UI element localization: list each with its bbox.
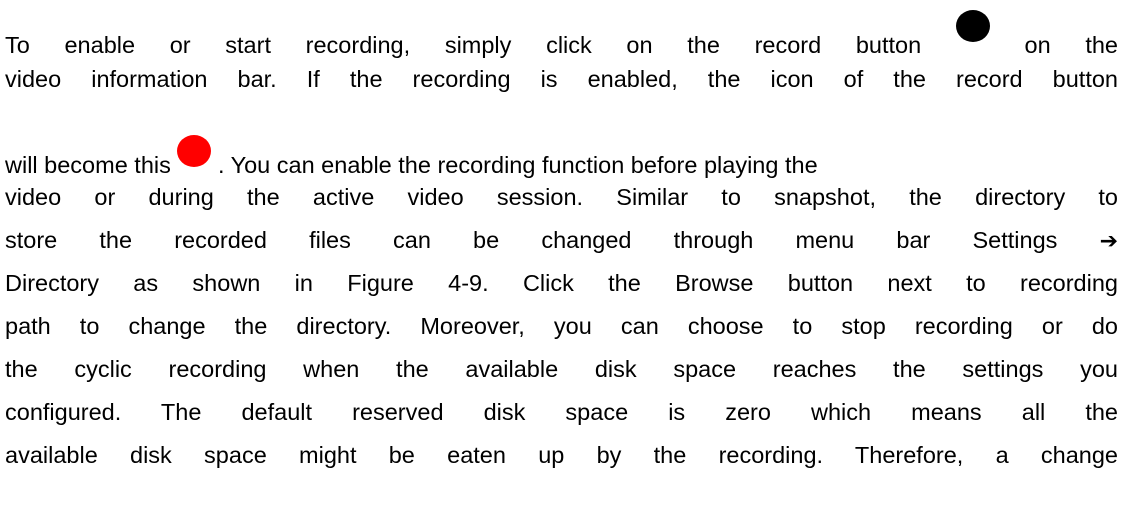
line-5-text: store the recorded files can be changed …	[5, 227, 1058, 253]
record-button-icon	[955, 10, 990, 42]
paragraph-line-10: available disk space might be eaten up b…	[5, 442, 1118, 468]
line-1-text-start: To enable or start recording, simply cli…	[5, 32, 922, 58]
paragraph-line-5: store the recorded files can be changed …	[5, 225, 1118, 257]
paragraph-line-6: Directory as shown in Figure 4-9. Click …	[5, 270, 1118, 296]
arrow-right-icon: ➔	[1099, 229, 1118, 254]
paragraph-line-7: path to change the directory. Moreover, …	[5, 313, 1118, 339]
line-3-text-start: will become this	[5, 152, 171, 178]
paragraph-line-2: video information bar. If the recording …	[5, 66, 1118, 92]
paragraph-line-8: the cyclic recording when the available …	[5, 356, 1118, 382]
line-3-text-end: . You can enable the recording function …	[217, 152, 818, 178]
paragraph-line-9: configured. The default reserved disk sp…	[5, 399, 1118, 425]
line-1-text-end: on the	[1024, 32, 1119, 58]
paragraph-line-4: video or during the active video session…	[5, 184, 1118, 210]
paragraph-line-1: To enable or start recording, simply cli…	[5, 10, 1118, 60]
paragraph-line-3: will become this . You can enable the re…	[5, 135, 1118, 180]
record-active-icon	[177, 135, 212, 167]
